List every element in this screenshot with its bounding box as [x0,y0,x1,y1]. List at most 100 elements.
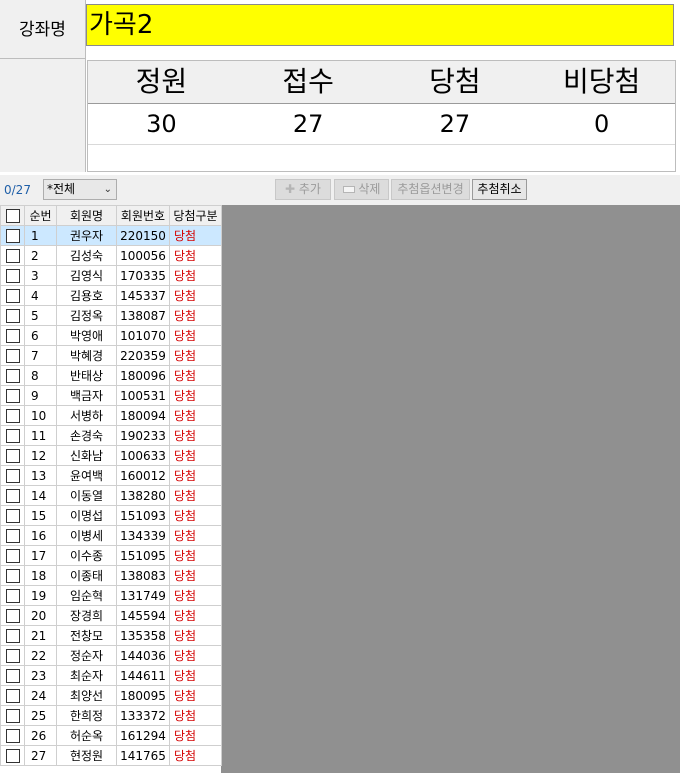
row-checkbox[interactable] [5,528,20,543]
table-row[interactable]: 24 최양선 180095 당첨 [0,685,222,706]
column-header-name[interactable]: 회원명 [56,205,117,226]
table-row[interactable]: 12 신화남 100633 당첨 [0,445,222,466]
row-checkbox[interactable] [5,628,20,643]
row-checkbox-cell[interactable] [0,365,25,386]
table-row[interactable]: 11 손경숙 190233 당첨 [0,425,222,446]
table-row[interactable]: 2 김성숙 100056 당첨 [0,245,222,266]
table-row[interactable]: 17 이수종 151095 당첨 [0,545,222,566]
row-checkbox-cell[interactable] [0,385,25,406]
row-checkbox[interactable] [5,288,20,303]
row-checkbox[interactable] [5,688,20,703]
cell-status: 당첨 [169,725,222,746]
row-checkbox[interactable] [5,708,20,723]
row-checkbox[interactable] [5,648,20,663]
row-checkbox[interactable] [5,608,20,623]
table-row[interactable]: 8 반태상 180096 당첨 [0,365,222,386]
row-checkbox[interactable] [5,728,20,743]
row-checkbox-cell[interactable] [0,705,25,726]
row-checkbox-cell[interactable] [0,345,25,366]
row-checkbox-cell[interactable] [0,725,25,746]
cell-status: 당첨 [169,565,222,586]
table-row[interactable]: 21 전창모 135358 당첨 [0,625,222,646]
table-row[interactable]: 7 박혜경 220359 당첨 [0,345,222,366]
table-row[interactable]: 19 임순혁 131749 당첨 [0,585,222,606]
row-checkbox[interactable] [5,588,20,603]
row-checkbox-cell[interactable] [0,745,25,766]
row-checkbox[interactable] [5,368,20,383]
row-checkbox[interactable] [5,428,20,443]
table-row[interactable]: 16 이병세 134339 당첨 [0,525,222,546]
filter-dropdown[interactable]: *전체 ⌄ [43,179,117,200]
row-checkbox[interactable] [5,548,20,563]
table-row[interactable]: 3 김영식 170335 당첨 [0,265,222,286]
column-header-member-no[interactable]: 회원번호 [116,205,170,226]
table-row[interactable]: 18 이종태 138083 당첨 [0,565,222,586]
row-checkbox-cell[interactable] [0,505,25,526]
row-checkbox-cell[interactable] [0,665,25,686]
row-checkbox-cell[interactable] [0,445,25,466]
row-checkbox[interactable] [5,468,20,483]
table-row[interactable]: 27 현정원 141765 당첨 [0,745,222,766]
row-checkbox-cell[interactable] [0,425,25,446]
column-header-status[interactable]: 당첨구분 [169,205,222,226]
row-checkbox-cell[interactable] [0,585,25,606]
row-checkbox-cell[interactable] [0,245,25,266]
row-checkbox[interactable] [5,408,20,423]
table-row[interactable]: 1 권우자 220150 당첨 [0,225,222,246]
course-name-field[interactable]: 가곡2 [86,4,674,46]
table-row[interactable]: 25 한희정 133372 당첨 [0,705,222,726]
row-checkbox[interactable] [5,568,20,583]
row-checkbox-cell[interactable] [0,605,25,626]
row-checkbox[interactable] [5,308,20,323]
row-checkbox[interactable] [5,508,20,523]
select-all-checkbox-cell[interactable] [0,205,25,226]
row-checkbox-cell[interactable] [0,265,25,286]
table-row[interactable]: 5 김정옥 138087 당첨 [0,305,222,326]
row-checkbox-cell[interactable] [0,285,25,306]
table-row[interactable]: 14 이동열 138280 당첨 [0,485,222,506]
add-button[interactable]: ✚ 추가 [275,179,331,200]
row-checkbox-cell[interactable] [0,625,25,646]
row-checkbox-cell[interactable] [0,465,25,486]
table-row[interactable]: 26 허순옥 161294 당첨 [0,725,222,746]
row-checkbox-cell[interactable] [0,405,25,426]
cancel-draw-button[interactable]: 추첨취소 [472,179,527,200]
row-checkbox[interactable] [5,488,20,503]
row-checkbox-cell[interactable] [0,565,25,586]
row-checkbox-cell[interactable] [0,685,25,706]
row-checkbox[interactable] [5,228,20,243]
row-checkbox-cell[interactable] [0,305,25,326]
row-checkbox[interactable] [5,248,20,263]
row-checkbox-cell[interactable] [0,325,25,346]
change-draw-option-button[interactable]: 추첨옵션변경 [391,179,470,200]
cell-member-no: 180096 [116,365,170,386]
delete-button[interactable]: 삭제 [334,179,389,200]
table-row[interactable]: 4 김용호 145337 당첨 [0,285,222,306]
row-checkbox[interactable] [5,268,20,283]
cell-status: 당첨 [169,225,222,246]
cell-no: 7 [24,345,57,366]
table-row[interactable]: 6 박영애 101070 당첨 [0,325,222,346]
table-row[interactable]: 10 서병하 180094 당첨 [0,405,222,426]
row-checkbox-cell[interactable] [0,525,25,546]
divider [0,58,86,59]
row-checkbox[interactable] [5,448,20,463]
select-all-checkbox[interactable] [5,208,20,223]
table-row[interactable]: 23 최순자 144611 당첨 [0,665,222,686]
row-checkbox-cell[interactable] [0,225,25,246]
table-row[interactable]: 9 백금자 100531 당첨 [0,385,222,406]
cell-member-no: 100056 [116,245,170,266]
table-row[interactable]: 20 장경희 145594 당첨 [0,605,222,626]
row-checkbox[interactable] [5,328,20,343]
row-checkbox-cell[interactable] [0,485,25,506]
row-checkbox[interactable] [5,668,20,683]
column-header-no[interactable]: 순번 [24,205,57,226]
row-checkbox[interactable] [5,388,20,403]
row-checkbox-cell[interactable] [0,645,25,666]
table-row[interactable]: 13 윤여백 160012 당첨 [0,465,222,486]
row-checkbox[interactable] [5,748,20,763]
table-row[interactable]: 22 정순자 144036 당첨 [0,645,222,666]
row-checkbox-cell[interactable] [0,545,25,566]
table-row[interactable]: 15 이명섭 151093 당첨 [0,505,222,526]
row-checkbox[interactable] [5,348,20,363]
